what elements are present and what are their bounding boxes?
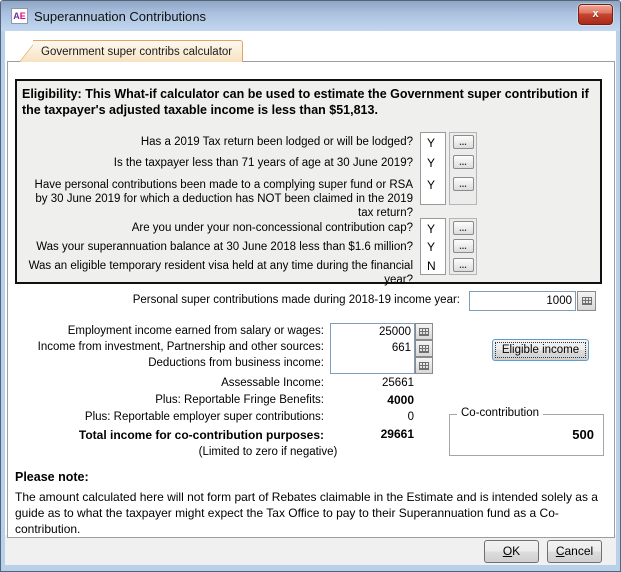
app-logo-letter-e: E [20,11,26,21]
question-row: Was your superannuation balance at 30 Ju… [22,237,477,256]
please-note-body: The amount calculated here will not form… [15,489,612,538]
question-answer-field[interactable]: Y [420,132,446,153]
question-label: Is the taxpayer less than 71 years of ag… [22,153,420,170]
close-icon: x [592,8,598,20]
question-group-1: Has a 2019 Tax return been lodged or wil… [22,132,477,205]
co-contribution-value: 500 [572,427,594,442]
dialog-client-area: Government super contribs calculator Eli… [5,31,616,565]
employment-income-input[interactable]: 25000 [331,324,414,340]
lookup-ellipsis-button[interactable]: ... [453,177,474,191]
question-answer-field[interactable]: Y [420,153,446,175]
eligibility-panel: Eligibility: This What-if calculator can… [15,79,602,284]
question-label: Have personal contributions been made to… [22,175,420,220]
assessable-income-value: 25661 [330,377,414,389]
co-contribution-group-label: Co-contribution [457,407,543,419]
close-button[interactable]: x [578,4,613,25]
employer-super-label: Plus: Reportable employer super contribu… [8,411,324,423]
question-row: Has a 2019 Tax return been lodged or wil… [22,132,477,153]
question-label: Was an eligible temporary resident visa … [22,256,420,287]
question-row: Is the taxpayer less than 71 years of ag… [22,153,477,175]
assessable-income-label: Assessable Income: [8,377,324,389]
tab-label: Government super contribs calculator [41,46,232,58]
personal-contributions-input[interactable]: 1000 [469,291,576,311]
ok-button-label: K [512,544,520,558]
footer-strip: OK Cancel [5,535,616,565]
investment-income-label: Income from investment, Partnership and … [8,341,324,353]
personal-contributions-label: Personal super contributions made during… [8,294,460,306]
title-bar[interactable]: AE Superannuation Contributions x [1,1,620,31]
window-title: Superannuation Contributions [34,9,206,24]
question-label: Are you under your non-concessional cont… [22,218,420,235]
question-answer-field[interactable]: Y [420,218,446,237]
grid-icon [419,328,429,336]
question-row: Are you under your non-concessional cont… [22,218,477,237]
business-deductions-label: Deductions from business income: [8,357,324,369]
cancel-button-label: ancel [564,544,593,558]
question-row: Have personal contributions been made to… [22,175,477,205]
eligibility-questions: Has a 2019 Tax return been lodged or wil… [22,132,477,288]
question-answer-field[interactable]: Y [420,237,446,256]
question-label: Was your superannuation balance at 30 Ju… [22,237,420,254]
total-income-value: 29661 [330,427,414,441]
business-deductions-grid-button[interactable] [415,357,433,374]
total-income-label: Total income for co-contribution purpose… [8,428,324,442]
limited-to-zero-note: (Limited to zero if negative) [103,446,433,458]
cancel-button[interactable]: Cancel [547,540,602,563]
investment-income-input[interactable]: 661 [331,340,414,356]
lookup-ellipsis-button[interactable]: ... [453,258,474,272]
question-row: Was an eligible temporary resident visa … [22,256,477,275]
investment-income-grid-button[interactable] [415,340,433,357]
lookup-ellipsis-button[interactable]: ... [453,135,474,149]
personal-contributions-grid-button[interactable] [577,291,596,311]
fringe-benefits-value: 4000 [330,393,414,407]
eligible-income-button[interactable]: Eligible income [492,339,589,361]
business-deductions-input[interactable] [331,356,414,372]
superannuation-contributions-dialog: AE Superannuation Contributions x Govern… [0,0,621,572]
app-logo-icon: AE [11,8,28,24]
employment-income-label: Employment income earned from salary or … [8,325,324,337]
lookup-ellipsis-button[interactable]: ... [453,239,474,253]
ok-button-accesskey: O [503,544,512,558]
question-answer-field[interactable]: Y [420,175,446,205]
grid-icon [419,345,429,353]
employment-income-grid-button[interactable] [415,323,433,340]
lookup-ellipsis-button[interactable]: ... [453,155,474,169]
fringe-benefits-label: Plus: Reportable Fringe Benefits: [8,394,324,406]
co-contribution-group: Co-contribution 500 [449,414,604,456]
eligibility-heading: Eligibility: This What-if calculator can… [17,81,595,119]
income-fields-box: 25000 661 [330,323,415,374]
tab-government-super-contribs-calculator[interactable]: Government super contribs calculator [19,40,243,62]
question-label: Has a 2019 Tax return been lodged or wil… [22,132,420,149]
grid-icon [582,297,592,305]
grid-icon [419,362,429,370]
question-group-2: Are you under your non-concessional cont… [22,218,477,275]
question-answer-field[interactable]: N [420,256,446,275]
please-note-heading: Please note: [15,470,89,484]
ok-button[interactable]: OK [484,540,539,563]
employer-super-value: 0 [330,411,414,423]
lookup-ellipsis-button[interactable]: ... [453,221,474,235]
tab-page: Eligibility: This What-if calculator can… [7,61,615,538]
